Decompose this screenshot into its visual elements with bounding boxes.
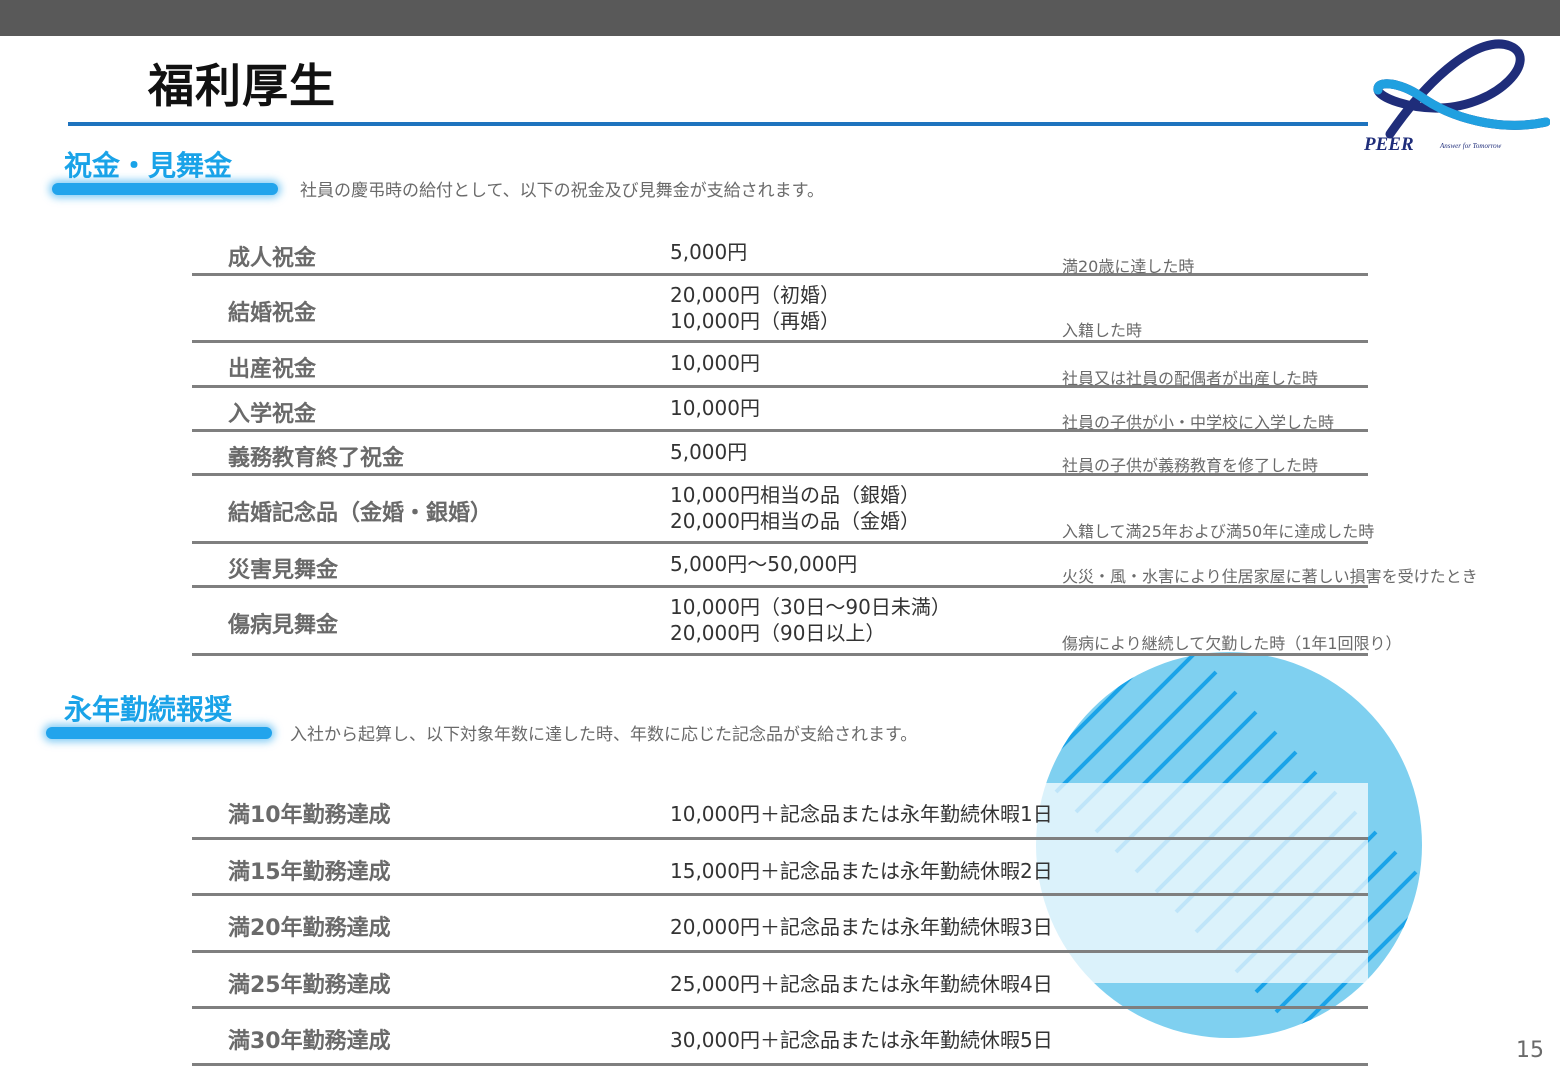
table-row: 傷病見舞金 10,000円（30日～90日未満） 20,000円（90日以上） … [192,588,1402,656]
award-name: 満20年勤務達成 [228,916,391,941]
award-amount: 30,000円＋記念品または永年勤続休暇5日 [670,1028,1053,1052]
section-heading-gifts: 祝金・見舞金 [64,149,233,182]
gift-condition: 火災・風・水害により住居家屋に著しい損害を受けたとき [1062,567,1478,586]
table-row: 満30年勤務達成 30,000円＋記念品または永年勤続休暇5日 [192,1009,1368,1066]
peer-logo: PEER Answer for Tomorrow [1360,36,1551,158]
gift-condition: 傷病により継続して欠勤した時（1年1回限り） [1062,634,1402,653]
section-heading-awards: 永年勤続報奨 [64,693,233,726]
page-number: 15 [1516,1038,1544,1063]
logo-tagline: Answer for Tomorrow [1439,142,1502,150]
section-underline-awards [46,727,272,739]
section-description-gifts: 社員の慶弔時の給付として、以下の祝金及び見舞金が支給されます。 [300,181,824,201]
table-row: 結婚祝金 20,000円（初婚） 10,000円（再婚） 入籍した時 [192,276,1368,343]
gift-condition: 社員又は社員の配偶者が出産した時 [1062,369,1319,388]
gift-amount: 10,000円 [670,396,760,420]
title-divider [68,122,1368,126]
gift-name: 成人祝金 [228,246,317,271]
gift-condition: 満20歳に達した時 [1062,257,1195,276]
table-row: 義務教育終了祝金 5,000円 社員の子供が義務教育を修了した時 [192,432,1368,476]
gift-amount: 10,000円 [670,351,760,375]
section-description-awards: 入社から起算し、以下対象年数に達した時、年数に応じた記念品が支給されます。 [290,725,918,745]
gift-condition: 社員の子供が小・中学校に入学した時 [1062,413,1335,432]
gift-table: 成人祝金 5,000円 満20歳に達した時 結婚祝金 20,000円（初婚） 1… [192,232,1478,656]
table-row: 出産祝金 10,000円 社員又は社員の配偶者が出産した時 [192,343,1368,388]
table-row: 満10年勤務達成 10,000円＋記念品または永年勤続休暇1日 [192,783,1368,840]
award-name: 満25年勤務達成 [228,972,391,998]
award-table: 満10年勤務達成 10,000円＋記念品または永年勤続休暇1日 満15年勤務達成… [192,783,1368,1066]
peer-logo-mark-icon: PEER Answer for Tomorrow [1363,39,1551,155]
gift-name: 結婚記念品（金婚・銀婚） [228,501,493,526]
logo-wordmark: PEER [1363,134,1414,155]
gift-amount: 10,000円相当の品（銀婚） 20,000円相当の品（金婚） [670,483,920,533]
gift-name: 入学祝金 [228,402,317,427]
award-name: 満10年勤務達成 [228,803,391,828]
gift-name: 災害見舞金 [228,558,339,583]
gift-amount: 5,000円～50,000円 [670,552,858,576]
gift-name: 結婚祝金 [228,301,317,326]
award-amount: 10,000円＋記念品または永年勤続休暇1日 [670,802,1053,826]
gift-condition: 社員の子供が義務教育を修了した時 [1062,456,1319,475]
award-amount: 25,000円＋記念品または永年勤続休暇4日 [670,971,1053,996]
section-underline-gifts [52,183,278,195]
gift-condition: 入籍した時 [1062,321,1143,340]
gift-name: 傷病見舞金 [228,613,339,638]
table-row: 入学祝金 10,000円 社員の子供が小・中学校に入学した時 [192,388,1368,432]
award-amount: 15,000円＋記念品または永年勤続休暇2日 [670,858,1053,883]
gift-amount: 5,000円 [670,440,748,464]
award-amount: 20,000円＋記念品または永年勤続休暇3日 [670,915,1053,939]
gift-name: 出産祝金 [228,357,317,382]
table-row: 満15年勤務達成 15,000円＋記念品または永年勤続休暇2日 [192,840,1368,896]
gift-amount: 10,000円（30日～90日未満） 20,000円（90日以上） [670,595,951,645]
gift-amount: 20,000円（初婚） 10,000円（再婚） [670,283,840,333]
award-name: 満15年勤務達成 [228,859,391,885]
table-row: 災害見舞金 5,000円～50,000円 火災・風・水害により住居家屋に著しい損… [192,544,1478,588]
gift-name: 義務教育終了祝金 [228,446,405,471]
table-row: 満25年勤務達成 25,000円＋記念品または永年勤続休暇4日 [192,953,1368,1009]
table-row: 満20年勤務達成 20,000円＋記念品または永年勤続休暇3日 [192,896,1368,953]
top-bar [0,0,1560,36]
table-row: 結婚記念品（金婚・銀婚） 10,000円相当の品（銀婚） 20,000円相当の品… [192,476,1374,544]
gift-condition: 入籍して満25年および満50年に達成した時 [1062,522,1375,541]
page-title: 福利厚生 [148,59,336,113]
table-row: 成人祝金 5,000円 満20歳に達した時 [192,232,1368,276]
gift-amount: 5,000円 [670,240,748,264]
award-name: 満30年勤務達成 [228,1029,391,1054]
